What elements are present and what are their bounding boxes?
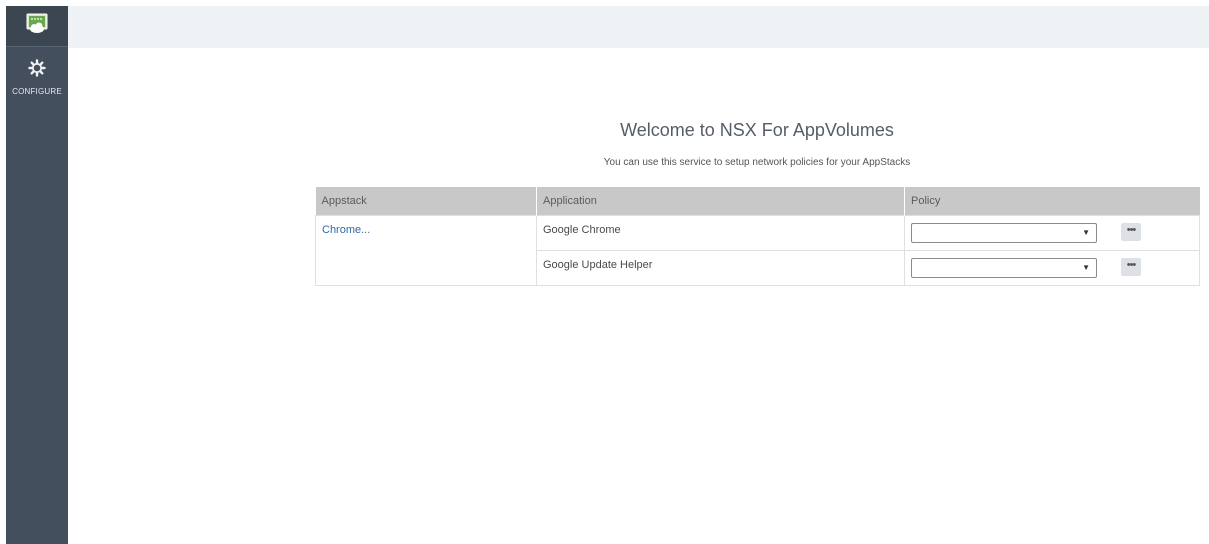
gear-icon xyxy=(28,59,46,77)
appstack-link[interactable]: Chrome... xyxy=(322,224,370,236)
application-cell: Google Update Helper xyxy=(536,250,905,286)
sidebar-item-configure[interactable]: CONFIGURE xyxy=(6,54,68,102)
policy-cell: ▼ ••• xyxy=(904,250,1200,286)
page-subtitle: You can use this service to setup networ… xyxy=(603,157,911,168)
appstack-policy-table: Appstack Application Policy Chrome... Go… xyxy=(315,187,1200,286)
policy-select[interactable]: ▼ xyxy=(911,223,1097,243)
dropdown-arrow-icon: ▼ xyxy=(1082,263,1090,272)
table-header-row: Appstack Application Policy xyxy=(315,187,1200,216)
monitor-cloud-icon xyxy=(26,13,48,33)
appstack-cell: Chrome... xyxy=(315,215,537,286)
top-header-bar xyxy=(68,6,1209,48)
column-header-policy: Policy xyxy=(904,187,1200,216)
page-title: Welcome to NSX For AppVolumes xyxy=(620,120,894,140)
app-window: CONFIGURE Welcome to NSX For AppVolumes … xyxy=(0,0,1209,544)
dropdown-arrow-icon: ▼ xyxy=(1082,228,1090,237)
sidebar-item-label: CONFIGURE xyxy=(12,87,62,96)
column-header-appstack: Appstack xyxy=(315,187,537,216)
application-cell: Google Chrome xyxy=(536,215,905,251)
sidebar: CONFIGURE xyxy=(6,6,68,544)
table-row: Chrome... Google Chrome ▼ ••• xyxy=(315,215,1200,286)
app-logo[interactable] xyxy=(6,6,68,47)
policy-select[interactable]: ▼ xyxy=(911,258,1097,278)
more-options-button[interactable]: ••• xyxy=(1121,258,1141,276)
policy-cell: ▼ ••• xyxy=(904,215,1200,251)
column-header-application: Application xyxy=(536,187,905,216)
more-options-button[interactable]: ••• xyxy=(1121,223,1141,241)
